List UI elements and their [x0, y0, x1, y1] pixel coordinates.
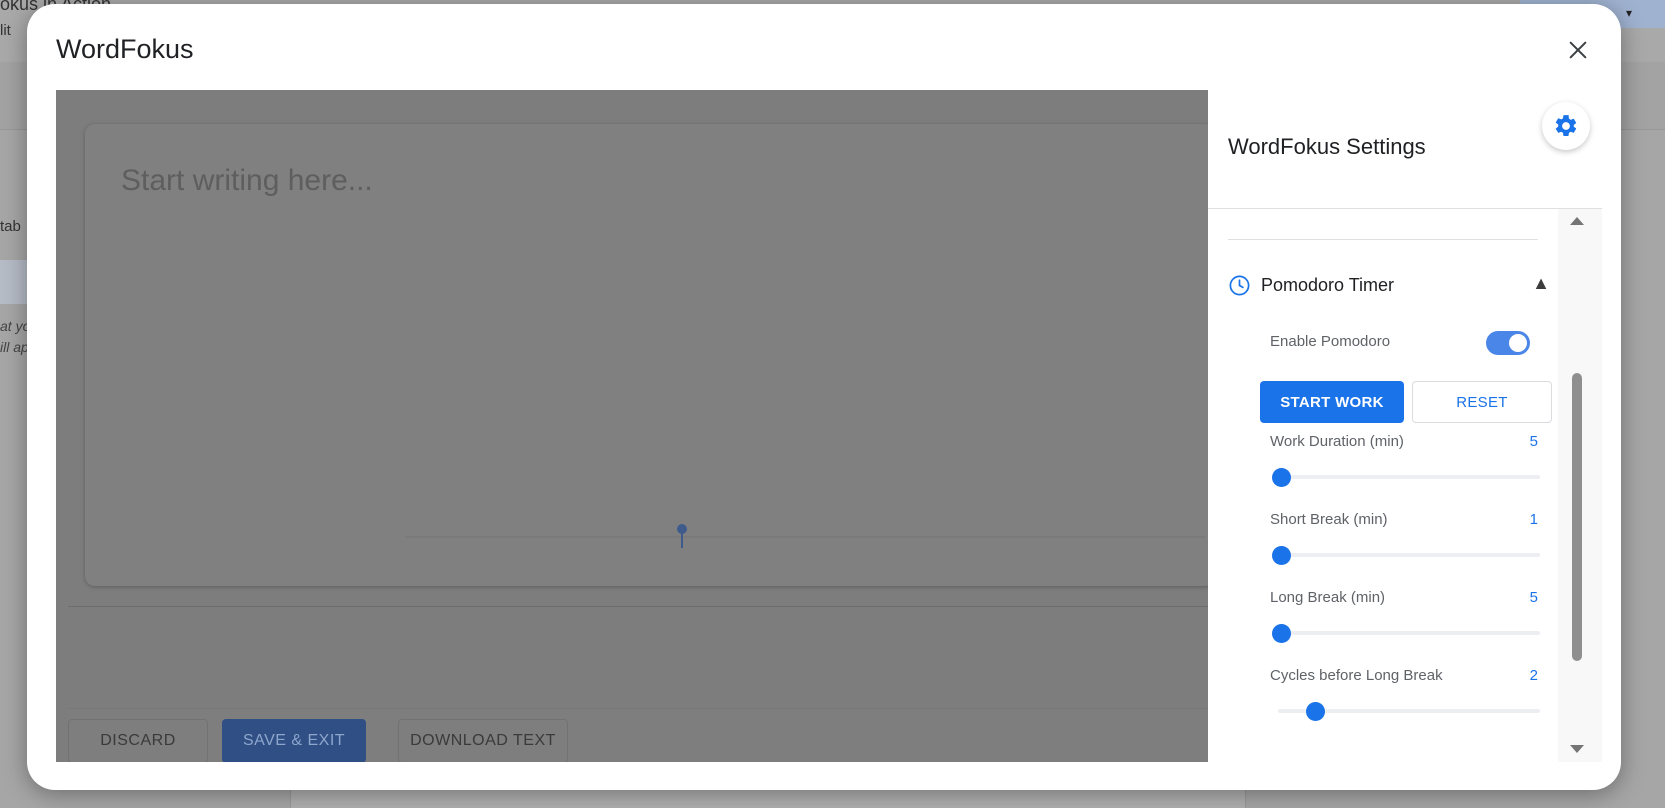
background-menu-text: lit: [0, 22, 11, 39]
gear-icon: [1555, 115, 1577, 136]
work-duration-slider-thumb[interactable]: [1272, 468, 1291, 487]
settings-panel: WordFokus Settings Pomodoro Timer ▲ Enab…: [1208, 90, 1602, 762]
work-duration-track[interactable]: [1278, 475, 1540, 479]
editor-slider-handle[interactable]: [677, 524, 687, 534]
editor-slider-stem: [681, 532, 683, 548]
background-hint-line: at yo: [0, 318, 31, 334]
close-button[interactable]: [1563, 36, 1593, 66]
save-exit-button[interactable]: SAVE & EXIT: [222, 719, 366, 762]
editor-slider-track: [405, 536, 1205, 538]
section-divider: [1228, 239, 1538, 240]
work-duration-slider-group: Work Duration (min) 5: [1270, 433, 1540, 503]
short-break-slider-thumb[interactable]: [1272, 546, 1291, 565]
start-work-button[interactable]: START WORK: [1260, 381, 1404, 423]
scroll-down-arrow-icon[interactable]: [1570, 745, 1584, 753]
settings-scrollbar: [1558, 209, 1602, 762]
background-hint-text: at yo ill ap: [0, 316, 30, 358]
pomodoro-section-label: Pomodoro Timer: [1261, 274, 1395, 295]
background-share-caret: ▾: [1626, 6, 1633, 20]
clock-icon: [1229, 275, 1250, 295]
cycles-value: 2: [1529, 667, 1538, 684]
pomodoro-section-header[interactable]: Pomodoro Timer ▲: [1228, 271, 1550, 299]
toggle-knob: [1509, 334, 1527, 352]
work-duration-label: Work Duration (min): [1270, 433, 1404, 450]
editor-footer: DISCARD SAVE & EXIT DOWNLOAD TEXT: [68, 708, 1208, 762]
settings-title: WordFokus Settings: [1228, 134, 1426, 159]
cycles-label: Cycles before Long Break: [1270, 667, 1443, 684]
long-break-value: 5: [1529, 589, 1538, 606]
long-break-slider-group: Long Break (min) 5: [1270, 589, 1540, 659]
editor-card: [85, 124, 1208, 586]
download-text-button[interactable]: DOWNLOAD TEXT: [398, 719, 568, 762]
wordfokus-modal: WordFokus DISCARD SAVE & EXIT DOWNLOAD T…: [27, 4, 1621, 790]
editor-divider: [68, 606, 1208, 607]
settings-scroll-body: Pomodoro Timer ▲ Enable Pomodoro START W…: [1208, 209, 1558, 762]
discard-button[interactable]: DISCARD: [68, 719, 208, 762]
background-hint-line: ill ap: [0, 339, 29, 355]
short-break-slider-group: Short Break (min) 1: [1270, 511, 1540, 581]
scroll-up-arrow-icon[interactable]: [1570, 217, 1584, 225]
long-break-label: Long Break (min): [1270, 589, 1386, 606]
enable-pomodoro-toggle[interactable]: [1486, 331, 1530, 355]
short-break-label: Short Break (min): [1270, 511, 1388, 528]
enable-pomodoro-label: Enable Pomodoro: [1270, 333, 1391, 350]
reset-button[interactable]: RESET: [1412, 381, 1552, 423]
background-sidebar-selection: [0, 260, 28, 304]
short-break-track[interactable]: [1278, 553, 1540, 557]
cycles-slider-group: Cycles before Long Break 2: [1270, 667, 1540, 737]
writing-input[interactable]: [121, 164, 1121, 198]
collapse-caret-icon[interactable]: ▲: [1532, 273, 1550, 294]
long-break-slider-thumb[interactable]: [1272, 624, 1291, 643]
settings-gear-button[interactable]: [1542, 102, 1590, 150]
scrollbar-thumb[interactable]: [1572, 373, 1582, 661]
short-break-value: 1: [1529, 511, 1538, 528]
modal-title: WordFokus: [56, 34, 194, 64]
work-duration-value: 5: [1529, 433, 1538, 450]
cycles-slider-thumb[interactable]: [1306, 702, 1325, 721]
enable-pomodoro-row: Enable Pomodoro: [1270, 329, 1550, 357]
background-tab-text: tab: [0, 218, 21, 235]
editor-area: DISCARD SAVE & EXIT DOWNLOAD TEXT: [56, 90, 1208, 762]
long-break-track[interactable]: [1278, 631, 1540, 635]
close-icon: [1569, 41, 1587, 58]
